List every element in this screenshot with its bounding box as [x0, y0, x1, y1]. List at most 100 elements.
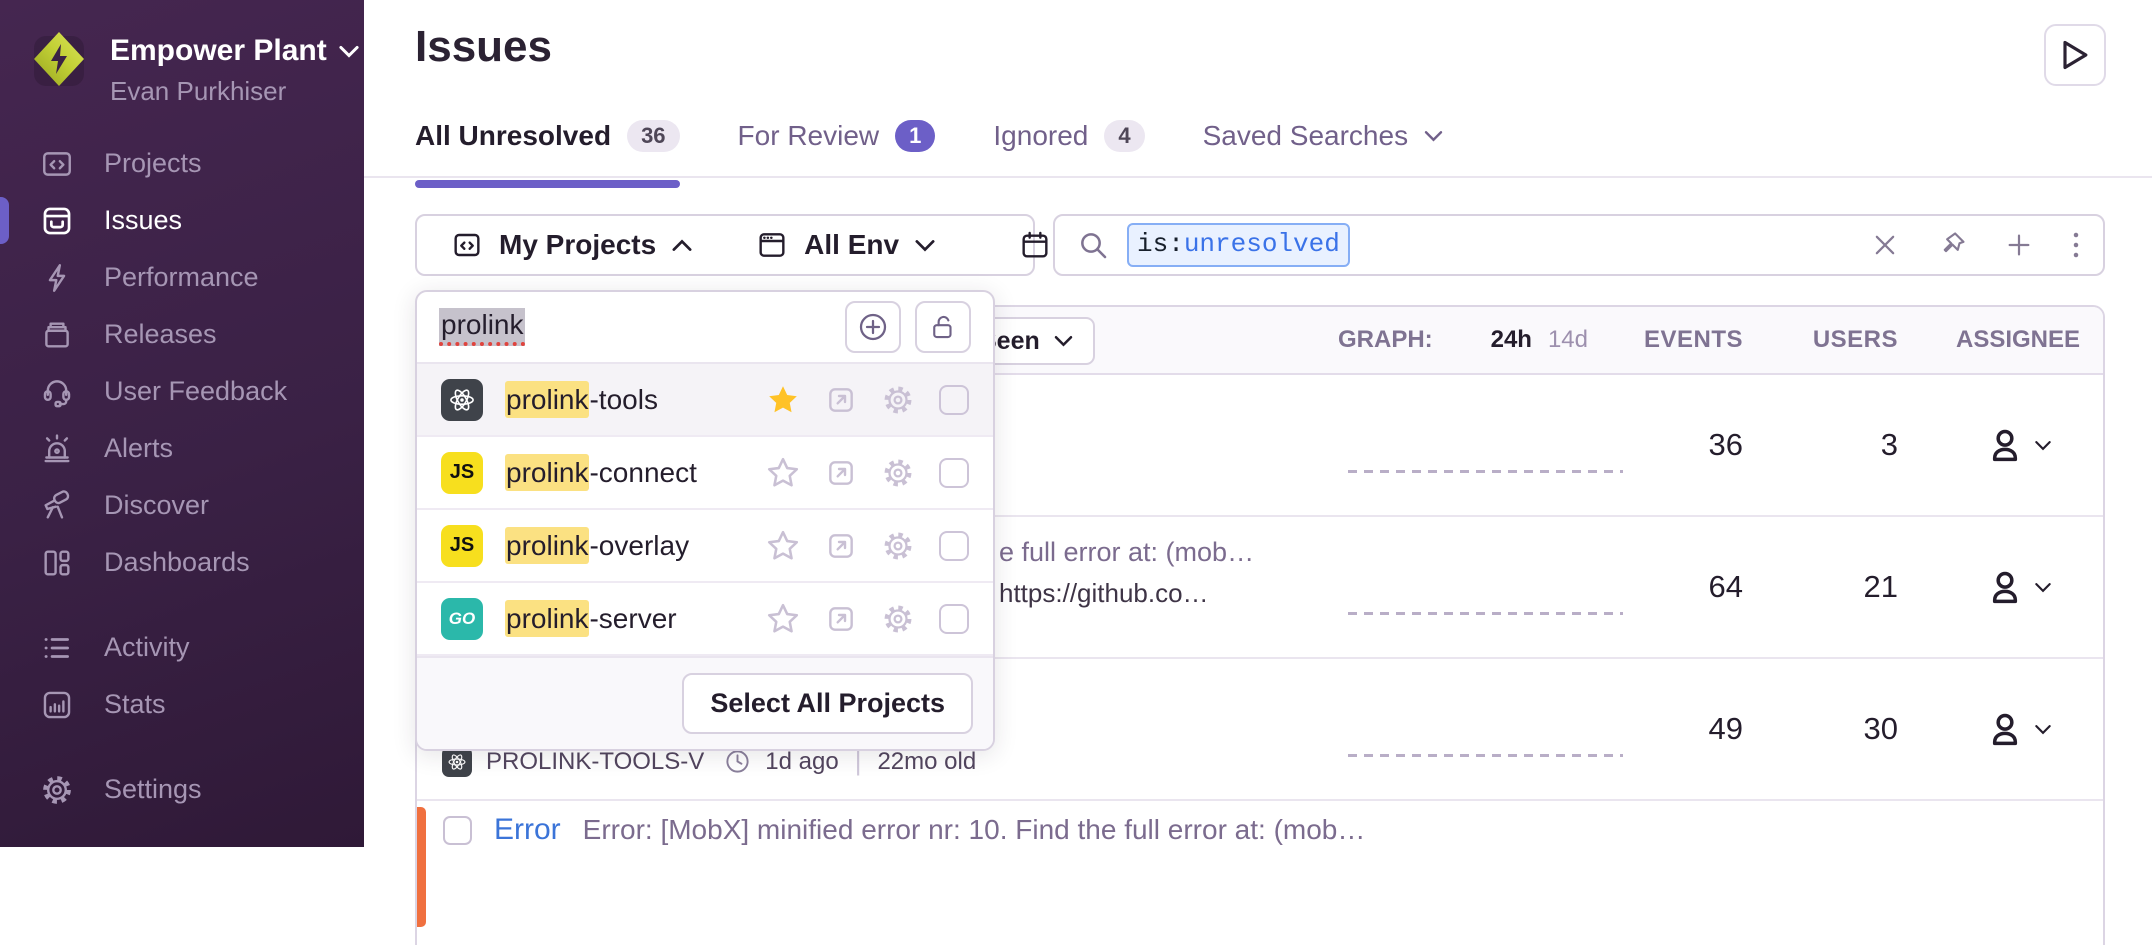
project-option-prolink-server[interactable]: GO prolink-server [417, 583, 993, 656]
play-button[interactable] [2044, 24, 2106, 86]
lock-toggle-button[interactable] [915, 301, 971, 353]
environment-filter-button[interactable]: All Env [746, 229, 945, 261]
plus-circle-icon [857, 311, 889, 343]
assignee-selector[interactable] [1943, 567, 2103, 607]
window-icon [756, 229, 788, 261]
kebab-menu-icon[interactable] [2071, 230, 2081, 260]
sidebar-item-performance[interactable]: Performance [0, 249, 364, 306]
sparkline-flat [1348, 612, 1623, 615]
dashboards-icon [40, 546, 74, 580]
project-option-prolink-connect[interactable]: JS prolink-connect [417, 437, 993, 510]
sidebar-item-dashboards[interactable]: Dashboards [0, 534, 364, 591]
star-filled-icon[interactable] [765, 382, 801, 418]
project-option-prolink-tools[interactable]: prolink-tools [417, 364, 993, 437]
users-count: 21 [1788, 569, 1943, 605]
search-token-is-unresolved[interactable]: is:unresolved [1127, 223, 1350, 267]
project-name-rest: -overlay [589, 530, 689, 561]
project-option-prolink-overlay[interactable]: JS prolink-overlay [417, 510, 993, 583]
issue-type-link[interactable]: Error [494, 813, 561, 847]
sidebar-item-issues[interactable]: Issues [0, 192, 364, 249]
gear-icon[interactable] [881, 529, 915, 563]
sidebar-item-label: Activity [104, 632, 190, 663]
open-in-new-icon[interactable] [825, 384, 857, 416]
star-outline-icon[interactable] [765, 601, 801, 637]
sparkline-flat [1348, 470, 1623, 473]
electron-platform-icon [442, 747, 472, 777]
sidebar-item-label: Stats [104, 689, 166, 720]
chevron-down-icon [2035, 440, 2051, 451]
org-name[interactable]: Empower Plant [110, 34, 327, 68]
project-checkbox[interactable] [939, 531, 969, 561]
project-checkbox[interactable] [939, 604, 969, 634]
match-highlight: prolink [505, 381, 589, 418]
assignee-selector[interactable] [1943, 709, 2103, 749]
javascript-platform-icon: JS [441, 525, 483, 567]
assignee-selector[interactable] [1943, 425, 2103, 465]
assignee-user-icon [1985, 709, 2025, 749]
open-in-new-icon[interactable] [825, 457, 857, 489]
org-logo-icon [30, 30, 88, 88]
project-filter-button[interactable]: My Projects [441, 229, 702, 261]
issue-culprit-fragment: https://github.co… [999, 578, 1254, 609]
users-column-header: USERS [1788, 326, 1943, 354]
user-feedback-icon [40, 375, 74, 409]
add-icon[interactable] [2005, 231, 2033, 259]
sidebar-item-activity[interactable]: Activity [0, 619, 364, 676]
issue-short-id[interactable]: PROLINK-TOOLS-V [486, 748, 704, 776]
graph-label: GRAPH: [1338, 326, 1433, 354]
assignee-user-icon [1985, 567, 2025, 607]
graph-14d-toggle[interactable]: 14d [1548, 326, 1588, 354]
star-outline-icon[interactable] [765, 455, 801, 491]
graph-24h-toggle[interactable]: 24h [1491, 326, 1532, 354]
activity-icon [40, 631, 74, 665]
select-all-projects-button[interactable]: Select All Projects [682, 673, 973, 734]
project-search-row: prolink [417, 292, 993, 364]
projects-icon [451, 229, 483, 261]
assignee-column-header: ASSIGNEE [1943, 326, 2103, 354]
gear-icon[interactable] [881, 602, 915, 636]
chevron-down-icon [915, 239, 935, 252]
pin-icon[interactable] [1937, 230, 1967, 260]
star-outline-icon[interactable] [765, 528, 801, 564]
tab-for-review[interactable]: For Review 1 [738, 120, 936, 158]
project-name: prolink-connect [505, 457, 697, 489]
add-project-button[interactable] [845, 301, 901, 353]
sidebar-item-settings[interactable]: Settings [0, 761, 364, 818]
sidebar-item-projects[interactable]: Projects [0, 135, 364, 192]
sidebar-item-label: User Feedback [104, 376, 287, 407]
events-column-header: EVENTS [1638, 326, 1788, 354]
clear-search-icon[interactable] [1871, 231, 1899, 259]
issue-search-bar[interactable]: is:unresolved [1053, 214, 2105, 276]
gear-icon[interactable] [881, 383, 915, 417]
org-header[interactable]: Empower Plant Evan Purkhiser [0, 0, 364, 107]
match-highlight: prolink [505, 454, 589, 491]
project-name: prolink-tools [505, 384, 658, 416]
project-checkbox[interactable] [939, 458, 969, 488]
open-in-new-icon[interactable] [825, 530, 857, 562]
open-in-new-icon[interactable] [825, 603, 857, 635]
tab-all-unresolved[interactable]: All Unresolved 36 [415, 120, 680, 158]
javascript-platform-icon: JS [441, 452, 483, 494]
issue-tabs: All Unresolved 36 For Review 1 Ignored 4… [415, 120, 1443, 158]
project-search-input[interactable]: prolink [439, 308, 525, 346]
sidebar-item-stats[interactable]: Stats [0, 676, 364, 733]
sidebar-item-releases[interactable]: Releases [0, 306, 364, 363]
search-bar-actions [1871, 230, 2081, 260]
issue-title-fragment[interactable]: e full error at: (mob… [999, 537, 1254, 568]
alerts-icon [40, 432, 74, 466]
chevron-down-icon [2035, 582, 2051, 593]
tab-ignored[interactable]: Ignored 4 [993, 120, 1144, 158]
project-name-rest: -tools [589, 384, 657, 415]
match-highlight: prolink [505, 527, 589, 564]
sidebar-item-discover[interactable]: Discover [0, 477, 364, 534]
issue-row-partial[interactable]: Error Error: [MobX] minified error nr: 1… [417, 801, 2103, 849]
sidebar-item-alerts[interactable]: Alerts [0, 420, 364, 477]
project-checkbox[interactable] [939, 385, 969, 415]
electron-platform-icon [441, 379, 483, 421]
gear-icon[interactable] [881, 456, 915, 490]
tab-saved-searches[interactable]: Saved Searches [1203, 120, 1443, 158]
graph-column-header: GRAPH: 24h 14d [1338, 326, 1638, 354]
sidebar-item-label: Discover [104, 490, 209, 521]
issue-checkbox[interactable] [443, 816, 472, 845]
sidebar-item-user-feedback[interactable]: User Feedback [0, 363, 364, 420]
